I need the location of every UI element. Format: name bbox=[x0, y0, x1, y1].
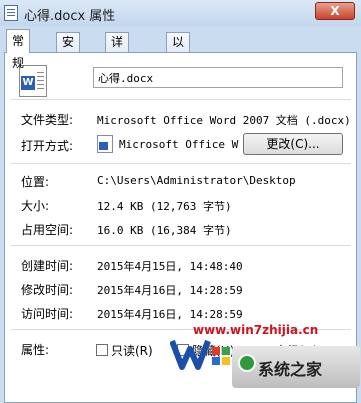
divider bbox=[11, 163, 351, 164]
globe-icon bbox=[238, 354, 256, 372]
readonly-label: 只读(R) bbox=[111, 344, 153, 358]
disk-size-value: 16.0 KB (16,384 字节) bbox=[97, 224, 232, 237]
close-button[interactable]: X bbox=[315, 2, 355, 20]
tab-previous-versions[interactable]: 以前的版本 bbox=[166, 32, 191, 121]
accessed-label: 访问时间: bbox=[21, 307, 74, 321]
modified-value: 2015年4月16日, 14:28:59 bbox=[97, 284, 243, 297]
document-icon bbox=[4, 5, 18, 21]
size-value: 12.4 KB (12,763 字节) bbox=[97, 200, 232, 213]
divider bbox=[11, 245, 351, 246]
location-value: C:\Users\Administrator\Desktop bbox=[97, 174, 296, 187]
open-with-label: 打开方式: bbox=[21, 139, 74, 153]
file-type-value: Microsoft Office Word 2007 文档 (.docx) bbox=[97, 114, 351, 127]
accessed-value: 2015年4月16日, 14:28:59 bbox=[97, 308, 243, 321]
title-bar: 心得.docx 属性 X bbox=[0, 0, 361, 26]
location-label: 位置: bbox=[21, 175, 50, 189]
attributes-label: 属性: bbox=[21, 343, 50, 357]
window-title: 心得.docx 属性 bbox=[24, 9, 116, 24]
watermark-brand: 系统之家 bbox=[258, 360, 323, 379]
filename-input[interactable] bbox=[93, 67, 343, 88]
modified-label: 修改时间: bbox=[21, 283, 74, 297]
file-type-label: 文件类型: bbox=[21, 113, 74, 127]
tab-details[interactable]: 详细信息 bbox=[105, 32, 130, 103]
readonly-checkbox[interactable] bbox=[96, 344, 108, 356]
disk-size-label: 占用空间: bbox=[21, 223, 74, 237]
change-button[interactable]: 更改(C)... bbox=[243, 133, 343, 155]
word-app-icon bbox=[97, 135, 113, 153]
tab-security[interactable]: 安全 bbox=[56, 32, 81, 67]
size-label: 大小: bbox=[21, 199, 50, 213]
created-label: 创建时间: bbox=[21, 259, 74, 273]
created-value: 2015年4月15日, 14:48:40 bbox=[97, 260, 243, 273]
open-with-value: Microsoft Office Wo bbox=[119, 138, 239, 151]
divider bbox=[11, 99, 351, 100]
tab-general[interactable]: 常规 bbox=[6, 29, 31, 70]
windows-logo-icon bbox=[170, 339, 230, 370]
